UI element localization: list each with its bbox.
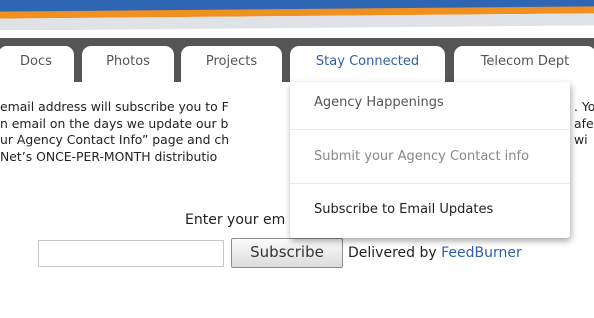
header-banner <box>0 0 594 30</box>
subscribe-button[interactable]: Subscribe <box>231 238 343 268</box>
stay-connected-dropdown: Agency Happenings Submit your Agency Con… <box>290 82 570 238</box>
menu-divider <box>290 183 570 184</box>
email-input[interactable] <box>38 240 224 267</box>
paragraph-fragment: wi <box>574 132 588 147</box>
paragraph-fragment: afe <box>574 115 594 131</box>
tab-docs[interactable]: Docs <box>0 46 74 82</box>
delivered-by-text: Delivered by FeedBurner <box>348 245 522 261</box>
paragraph-right-fragments: . Yo afe wi <box>574 99 594 149</box>
menu-divider <box>290 129 570 130</box>
menu-item-agency-happenings[interactable]: Agency Happenings <box>314 95 444 110</box>
tab-projects[interactable]: Projects <box>181 46 282 82</box>
feedburner-link[interactable]: FeedBurner <box>441 245 522 261</box>
tab-telecom-dept[interactable]: Telecom Dept <box>454 46 594 82</box>
paragraph-fragment: . Yo <box>574 99 594 114</box>
menu-item-submit-contact-info[interactable]: Submit your Agency Contact info <box>314 149 529 164</box>
tab-photos[interactable]: Photos <box>82 46 174 82</box>
menu-item-subscribe-email[interactable]: Subscribe to Email Updates <box>314 202 493 217</box>
tab-stay-connected[interactable]: Stay Connected <box>290 46 445 82</box>
delivered-by-label: Delivered by <box>348 245 442 261</box>
